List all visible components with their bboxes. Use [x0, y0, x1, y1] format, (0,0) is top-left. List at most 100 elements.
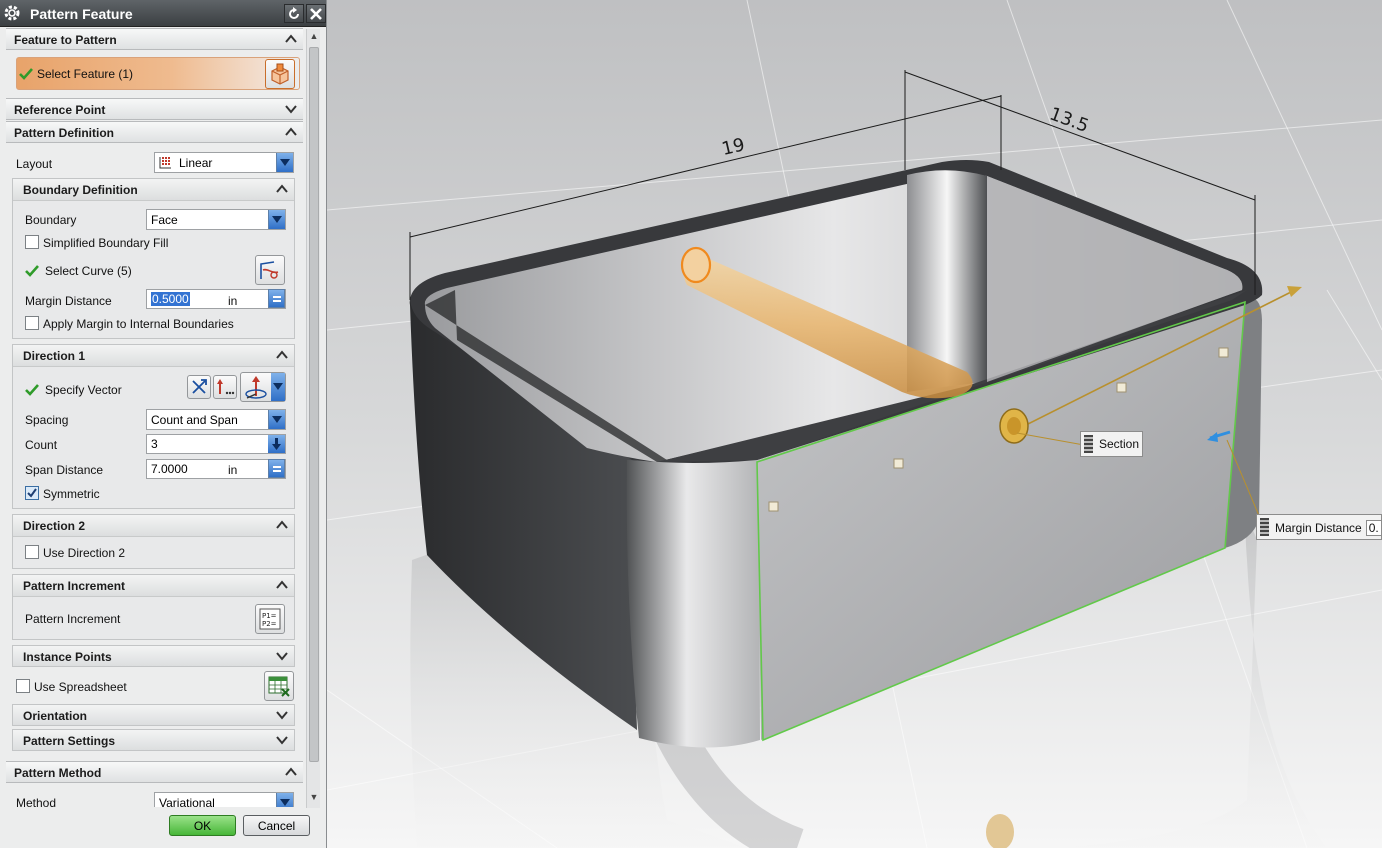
direction1-header[interactable]: Direction 1: [13, 345, 294, 367]
cancel-button[interactable]: Cancel: [243, 815, 310, 836]
scroll-up-icon[interactable]: ▲: [309, 31, 319, 43]
group-pattern-definition[interactable]: Pattern Definition: [6, 121, 303, 143]
symmetric-checkbox[interactable]: [25, 486, 39, 500]
boundary-select[interactable]: Face: [146, 209, 286, 230]
section-title: Direction 1: [23, 349, 86, 363]
check-icon: [19, 68, 33, 80]
vector-axis-icon: [245, 376, 267, 399]
reverse-direction-icon: [192, 379, 207, 394]
margin-distance-tag[interactable]: Margin Distance 0.: [1256, 514, 1382, 540]
close-button[interactable]: [306, 4, 326, 23]
scroll-down-icon[interactable]: ▼: [309, 792, 319, 804]
margin-formula-button[interactable]: [268, 289, 285, 308]
apply-margin-checkbox[interactable]: [25, 316, 39, 330]
orientation-header[interactable]: Orientation: [12, 704, 295, 726]
spreadsheet-button[interactable]: [264, 671, 294, 701]
spacing-select[interactable]: Count and Span: [146, 409, 286, 430]
vector-type-dropdown[interactable]: [271, 373, 285, 401]
scrollbar-thumb[interactable]: [309, 47, 319, 762]
dialog-scrollbar[interactable]: ▲ ▼: [306, 29, 320, 808]
spreadsheet-icon: [268, 676, 290, 697]
group-reference-point[interactable]: Reference Point: [6, 98, 303, 120]
svg-text:P1=: P1=: [262, 612, 277, 620]
layout-dropdown[interactable]: [276, 153, 293, 172]
instance-marker[interactable]: [1218, 347, 1229, 358]
linear-layout-icon: [159, 157, 171, 169]
chevron-up-icon: [276, 350, 288, 359]
span-unit: in: [228, 463, 238, 477]
pattern-increment-panel: Pattern Increment Pattern Increment P1= …: [12, 574, 295, 640]
pattern-feature-dialog: Pattern Feature Feature to Pattern Selec…: [0, 0, 327, 848]
direction2-header[interactable]: Direction 2: [13, 515, 294, 537]
pattern-increment-button[interactable]: P1= P2=: [255, 604, 285, 634]
chevron-up-icon: [276, 184, 288, 193]
instance-points-header[interactable]: Instance Points: [12, 645, 295, 667]
group-feature-to-pattern[interactable]: Feature to Pattern: [6, 28, 303, 50]
drag-handle-icon[interactable]: [1260, 518, 1269, 536]
group-title: Pattern Definition: [14, 126, 115, 140]
span-distance-input[interactable]: 7.0000: [146, 459, 286, 479]
pattern-settings-header[interactable]: Pattern Settings: [12, 729, 295, 751]
simplified-boundary-fill-checkbox[interactable]: [25, 235, 39, 249]
margin-distance-tag-value[interactable]: 0.: [1365, 520, 1382, 536]
section-title: Pattern Increment: [23, 579, 126, 593]
count-input[interactable]: 3: [146, 434, 286, 454]
section-title: Pattern Settings: [23, 734, 116, 748]
direction2-panel: Direction 2 Use Direction 2: [12, 514, 295, 569]
chevron-up-icon: [285, 767, 297, 776]
instance-marker[interactable]: [1116, 382, 1127, 393]
chevron-down-icon: [276, 736, 288, 745]
instance-marker[interactable]: [768, 501, 779, 512]
chevron-up-icon: [276, 580, 288, 589]
chevron-down-icon: [276, 652, 288, 661]
select-feature-label: Select Feature (1): [37, 67, 134, 81]
model-view: 19 13.5: [327, 0, 1382, 848]
symmetric-label: Symmetric: [43, 487, 100, 501]
reset-button[interactable]: [284, 4, 304, 23]
chevron-down-icon: [272, 416, 282, 423]
method-value: Variational: [159, 796, 215, 807]
pattern-increment-header[interactable]: Pattern Increment: [13, 575, 294, 597]
reverse-direction-button[interactable]: [187, 375, 211, 399]
layout-value: Linear: [179, 156, 213, 170]
select-feature-row[interactable]: Select Feature (1): [16, 57, 300, 90]
ok-button[interactable]: OK: [169, 815, 236, 836]
section-title: Direction 2: [23, 519, 86, 533]
direction1-panel: Direction 1 Specify Vector Spacing Count…: [12, 344, 295, 509]
select-curve-button[interactable]: [255, 255, 285, 285]
graphics-viewport[interactable]: 19 13.5 Section Margin Distance 0.: [327, 0, 1382, 848]
use-direction2-checkbox[interactable]: [25, 545, 39, 559]
boundary-value: Face: [151, 213, 178, 227]
select-feature-button[interactable]: [265, 59, 295, 89]
use-spreadsheet-checkbox[interactable]: [16, 679, 30, 693]
section-title: Instance Points: [23, 650, 112, 664]
group-pattern-method[interactable]: Pattern Method: [6, 761, 303, 783]
vector-type-select[interactable]: [240, 372, 286, 402]
count-stepper[interactable]: [268, 435, 285, 453]
method-select[interactable]: Variational: [154, 792, 294, 807]
section-label: Section: [1099, 437, 1140, 451]
gear-icon[interactable]: [3, 4, 21, 22]
inferred-vector-button[interactable]: [213, 375, 237, 399]
count-value: 3: [151, 437, 158, 451]
method-dropdown[interactable]: [276, 793, 293, 807]
boundary-dropdown[interactable]: [268, 210, 285, 229]
checkmark-icon: [27, 488, 37, 498]
boundary-definition-header[interactable]: Boundary Definition: [13, 179, 294, 201]
instance-marker[interactable]: [893, 458, 904, 469]
margin-distance-input[interactable]: 0.5000: [146, 289, 286, 309]
span-formula-button[interactable]: [268, 459, 285, 478]
chevron-down-icon: [285, 105, 297, 114]
drag-handle-icon[interactable]: [1084, 435, 1093, 453]
group-title: Pattern Method: [14, 766, 102, 780]
chevron-up-icon: [285, 34, 297, 43]
section-label-tag[interactable]: Section: [1080, 431, 1143, 457]
dialog-titlebar: Pattern Feature: [0, 0, 326, 27]
check-icon: [25, 265, 39, 277]
feature-cylinder-end: [680, 246, 712, 284]
layout-select[interactable]: Linear: [154, 152, 294, 173]
spacing-dropdown[interactable]: [268, 410, 285, 429]
margin-distance-tag-label: Margin Distance: [1275, 521, 1362, 535]
boundary-definition-panel: Boundary Definition Boundary Face Simpli…: [12, 178, 295, 339]
section-title: Orientation: [23, 709, 88, 723]
